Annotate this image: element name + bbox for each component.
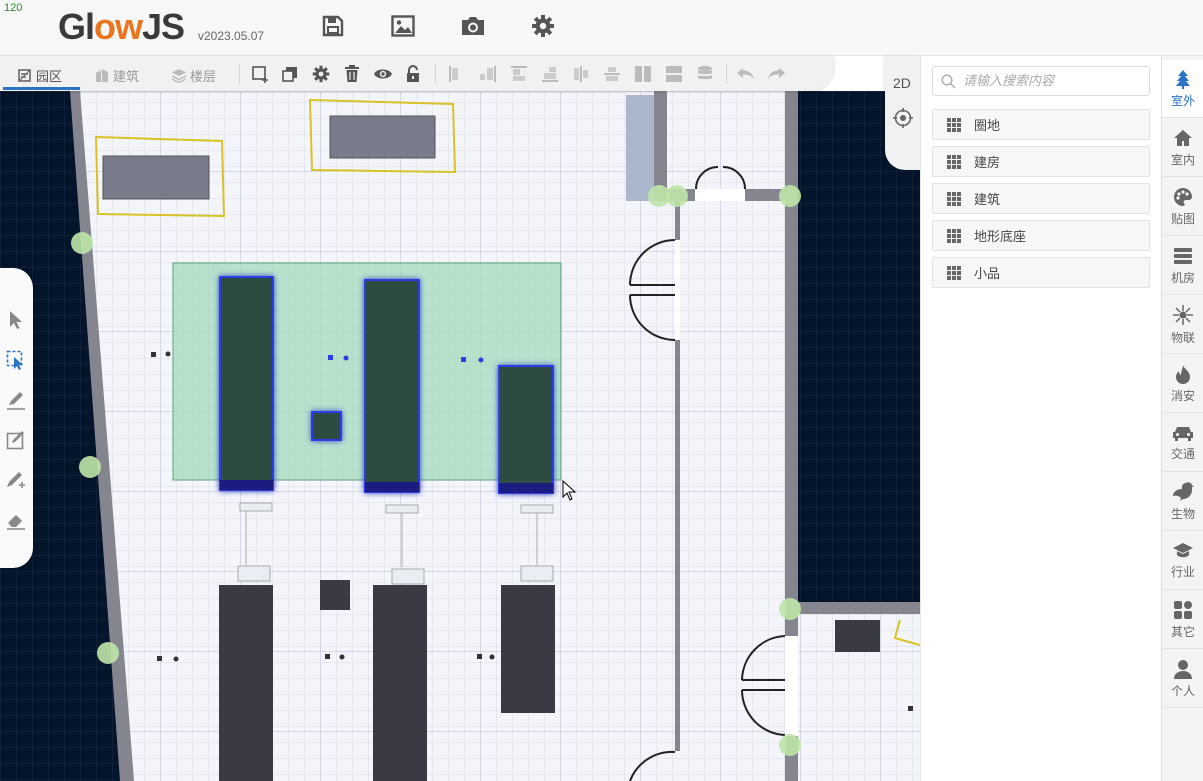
tree-icon: [1176, 69, 1190, 89]
search-input[interactable]: [963, 72, 1143, 90]
unlock-icon[interactable]: [403, 64, 423, 84]
main-toolbar: 园区 建筑 楼层: [0, 56, 834, 91]
glass-panel: [626, 95, 654, 201]
top-header: 120 GlowJS v2023.05.07: [0, 0, 1203, 56]
side-tab-indoor[interactable]: 室内: [1162, 119, 1203, 177]
grid-icon: [947, 228, 961, 243]
side-tab-outdoor[interactable]: 室外: [1162, 60, 1203, 118]
camera-icon[interactable]: [459, 12, 487, 40]
box-select-icon[interactable]: [5, 349, 27, 371]
locate-target-icon[interactable]: [893, 108, 913, 128]
draw-line-icon[interactable]: [5, 389, 27, 411]
asset-panel: 圈地 建房 建筑 地形底座 小品: [920, 56, 1161, 781]
grid-icon: [947, 154, 961, 169]
search-icon: [941, 74, 956, 89]
glowjs-logo: GlowJS: [58, 6, 185, 47]
database-icon[interactable]: [695, 64, 715, 84]
building-icon: [96, 69, 108, 82]
pointer-arrow-icon[interactable]: [5, 309, 27, 331]
scene-canvas[interactable]: [0, 91, 920, 781]
category-side-tabs: 室外 室内 贴图 机房 物联 消安 交通 生物 行业 其它 个人: [1161, 56, 1203, 781]
eye-icon[interactable]: [373, 64, 393, 84]
tab-floor[interactable]: 楼层: [171, 62, 216, 88]
fps-counter: 120: [4, 2, 23, 14]
align-center-h-icon[interactable]: [571, 64, 591, 84]
add-point-icon[interactable]: [5, 469, 27, 491]
fire-icon: [1176, 364, 1190, 384]
save-icon[interactable]: [319, 12, 347, 40]
home-icon: [1174, 129, 1192, 146]
version-label: v2023.05.07: [198, 29, 265, 43]
align-left-icon[interactable]: [447, 64, 467, 84]
server-icon: [1174, 247, 1192, 264]
category-item[interactable]: 圈地: [932, 109, 1150, 140]
align-top-icon[interactable]: [509, 64, 529, 84]
grid-icon: [947, 117, 961, 132]
align-bottom-icon[interactable]: [540, 64, 560, 84]
wall-segment: [785, 602, 920, 614]
side-tab-other[interactable]: 其它: [1162, 591, 1203, 649]
settings-gear-icon[interactable]: [529, 12, 557, 40]
floorplan-svg: [0, 91, 920, 781]
view-2d-toggle[interactable]: 2D: [893, 75, 911, 91]
app-root: 120 GlowJS v2023.05.07 园区 建筑 楼层 2D 请输入搜索…: [0, 0, 1203, 781]
tab-building[interactable]: 建筑: [94, 62, 139, 88]
layers-icon: [171, 69, 187, 83]
side-tab-personal[interactable]: 个人: [1162, 650, 1203, 708]
copy-icon[interactable]: [280, 64, 300, 84]
side-tab-fire-safety[interactable]: 消安: [1162, 355, 1203, 413]
iot-icon: [1173, 304, 1193, 325]
redo-icon[interactable]: [766, 64, 786, 84]
equipment-box: [835, 620, 880, 652]
eraser-icon[interactable]: [5, 509, 27, 531]
side-tab-texture[interactable]: 贴图: [1162, 178, 1203, 236]
palette-icon: [1174, 187, 1192, 206]
category-item[interactable]: 地形底座: [932, 220, 1150, 251]
graduation-cap-icon: [1173, 542, 1193, 557]
wall-segment: [654, 91, 667, 201]
add-object-icon[interactable]: [250, 64, 270, 84]
draw-area-icon[interactable]: [5, 429, 27, 451]
undo-icon[interactable]: [736, 64, 756, 84]
distribute-v-icon[interactable]: [664, 64, 684, 84]
side-tab-traffic[interactable]: 交通: [1162, 414, 1203, 472]
car-icon: [1173, 426, 1193, 441]
side-tab-iot[interactable]: 物联: [1162, 296, 1203, 354]
image-icon[interactable]: [389, 12, 417, 40]
trash-icon[interactable]: [342, 64, 362, 84]
search-box: [932, 66, 1150, 96]
equipment-box: [329, 115, 436, 159]
grid-icon: [947, 191, 961, 206]
distribute-h-icon[interactable]: [633, 64, 653, 84]
align-center-v-icon[interactable]: [602, 64, 622, 84]
align-right-icon[interactable]: [478, 64, 498, 84]
category-item[interactable]: 小品: [932, 257, 1150, 288]
category-item[interactable]: 建筑: [932, 183, 1150, 214]
tab-park[interactable]: 园区: [17, 62, 62, 88]
category-item[interactable]: 建房: [932, 146, 1150, 177]
draw-toolbox: [0, 268, 33, 568]
active-tab-indicator: [3, 87, 80, 90]
user-icon: [1174, 659, 1192, 679]
side-tab-creatures[interactable]: 生物: [1162, 473, 1203, 531]
park-icon: [18, 69, 31, 82]
equipment-box: [102, 155, 210, 200]
side-tab-server-room[interactable]: 机房: [1162, 237, 1203, 295]
properties-gear-icon[interactable]: [311, 64, 331, 84]
view-mode-panel: 2D: [885, 56, 920, 170]
shapes-icon: [1174, 600, 1192, 619]
side-tab-industry[interactable]: 行业: [1162, 532, 1203, 590]
grid-icon: [947, 265, 961, 280]
bird-icon: [1173, 481, 1194, 501]
